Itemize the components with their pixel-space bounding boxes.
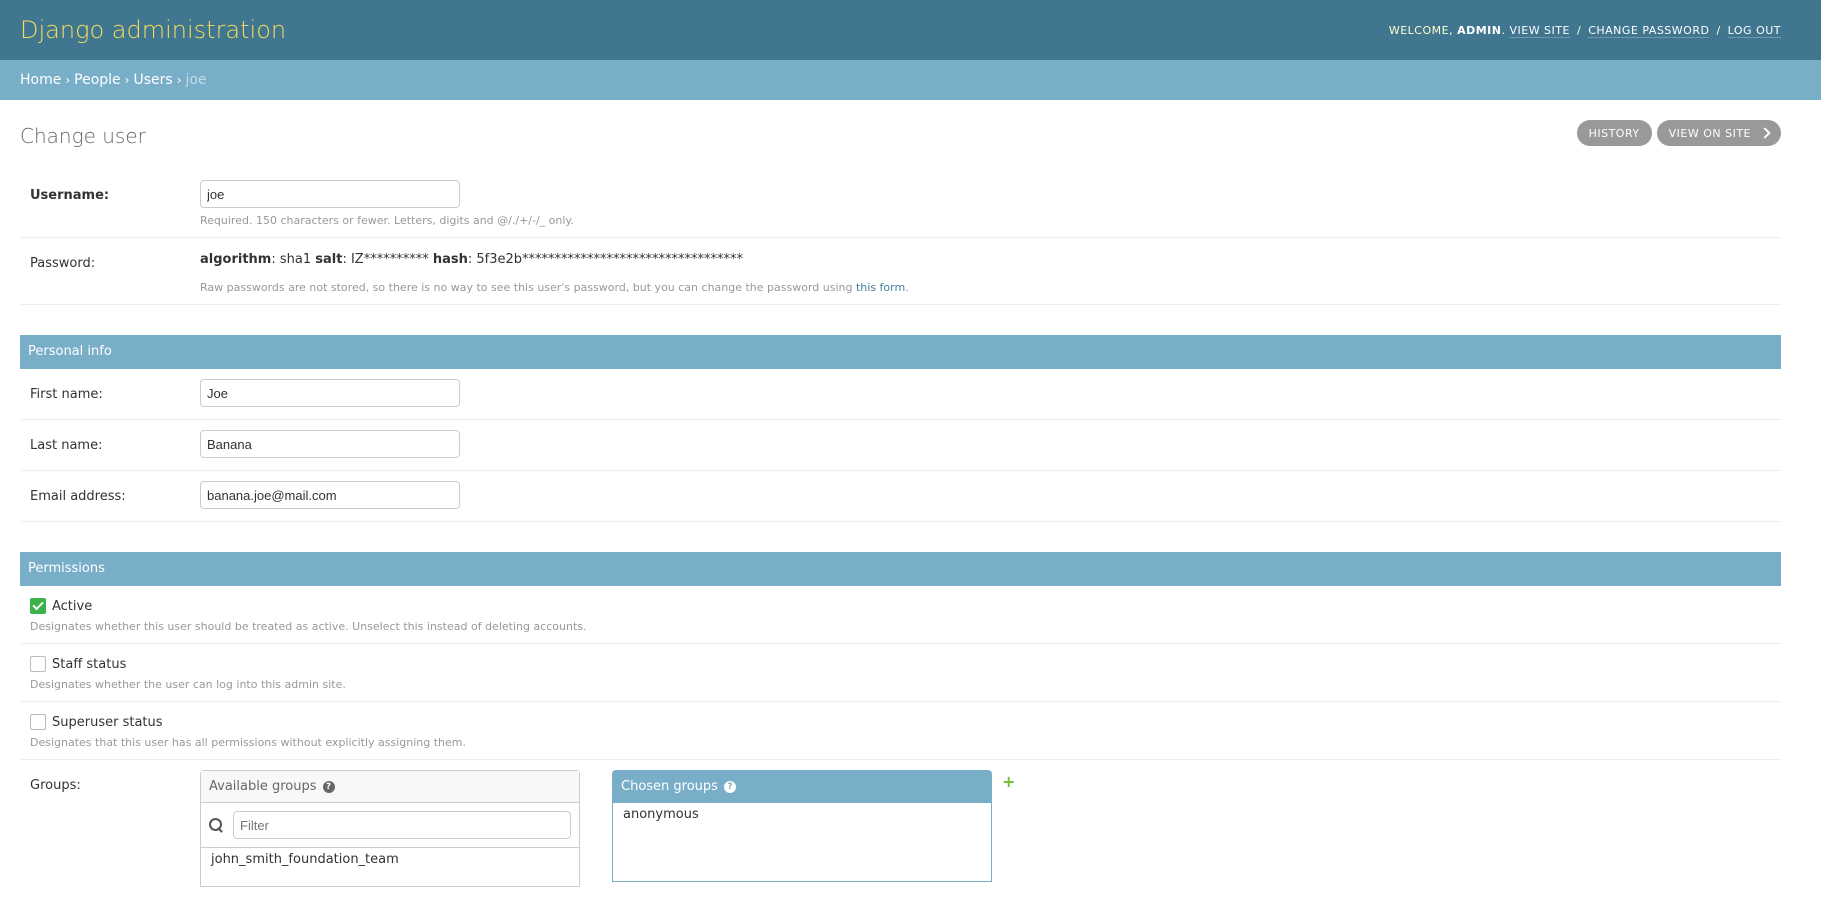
available-groups-title: Available groups: [209, 779, 317, 794]
permissions-heading: Permissions: [20, 552, 1781, 586]
staff-status-checkbox[interactable]: [30, 656, 46, 672]
salt-value: : IZ**********: [342, 252, 433, 267]
main-content: Change user HISTORY VIEW ON SITE Usernam…: [0, 100, 1821, 897]
user-tools: WELCOME, ADMIN. VIEW SITE / CHANGE PASSW…: [1388, 23, 1781, 38]
username-help: Required. 150 characters or fewer. Lette…: [200, 214, 574, 227]
welcome-text: WELCOME,: [1388, 23, 1454, 37]
help-icon[interactable]: ?: [723, 780, 736, 793]
available-groups-list[interactable]: john_smith_foundation_team: [201, 848, 579, 886]
active-label: Active: [52, 598, 93, 614]
password-label: Password:: [30, 256, 96, 271]
change-password-link[interactable]: CHANGE PASSWORD: [1588, 23, 1710, 38]
superuser-row: Superuser status Designates that this us…: [20, 702, 1781, 760]
view-on-site-button[interactable]: VIEW ON SITE: [1656, 120, 1781, 146]
chosen-groups-list[interactable]: anonymous: [613, 803, 991, 881]
add-group-icon[interactable]: +: [1002, 772, 1015, 791]
superuser-status-help: Designates that this user has all permis…: [30, 736, 466, 749]
view-on-site-button-label: VIEW ON SITE: [1668, 126, 1751, 140]
username-display: ADMIN: [1457, 23, 1502, 37]
last-name-input[interactable]: [200, 430, 460, 458]
algorithm-value: : sha1: [271, 252, 316, 267]
password-help-text: Raw passwords are not stored, so there i…: [200, 281, 856, 294]
groups-row: Groups: Available groups? john_smith_fou…: [20, 760, 1781, 897]
password-help: Raw passwords are not stored, so there i…: [200, 281, 909, 294]
email-row: Email address:: [20, 471, 1781, 522]
history-button[interactable]: HISTORY: [1576, 120, 1652, 146]
email-field[interactable]: [200, 481, 460, 509]
active-row: Active Designates whether this user shou…: [20, 586, 1781, 644]
chosen-groups-title: Chosen groups: [621, 779, 718, 794]
hash-label: hash: [432, 252, 468, 267]
staff-status-label: Staff status: [52, 656, 127, 672]
list-item[interactable]: anonymous: [623, 807, 981, 822]
search-icon: [209, 818, 223, 832]
groups-selector: Available groups? john_smith_foundation_…: [200, 770, 1015, 887]
personal-info-fieldset: Personal info First name: Last name: Ema…: [20, 335, 1781, 522]
breadcrumb-people[interactable]: People: [74, 72, 121, 88]
page-title: Change user: [20, 124, 146, 148]
staff-row: Staff status Designates whether the user…: [20, 644, 1781, 702]
chosen-groups-box: Chosen groups? anonymous: [612, 770, 992, 882]
available-groups-heading: Available groups?: [201, 771, 579, 803]
password-help-suffix: .: [905, 281, 909, 294]
chosen-groups-heading: Chosen groups?: [613, 771, 991, 803]
first-name-row: First name:: [20, 369, 1781, 420]
breadcrumb: Home › People › Users › joe: [0, 60, 1821, 100]
username-label: Username:: [30, 188, 110, 203]
breadcrumb-current: joe: [185, 72, 207, 88]
superuser-status-checkbox[interactable]: [30, 714, 46, 730]
history-button-label: HISTORY: [1588, 126, 1640, 140]
breadcrumb-home[interactable]: Home: [20, 72, 61, 88]
staff-status-help: Designates whether the user can log into…: [30, 678, 346, 691]
email-label: Email address:: [30, 489, 126, 504]
groups-filter: [201, 803, 579, 848]
first-name-input[interactable]: [200, 379, 460, 407]
breadcrumb-users[interactable]: Users: [133, 72, 172, 88]
algorithm-label: algorithm: [200, 252, 272, 267]
first-name-label: First name:: [30, 387, 103, 402]
view-site-link[interactable]: VIEW SITE: [1509, 23, 1570, 38]
groups-label: Groups:: [30, 778, 81, 793]
active-help: Designates whether this user should be t…: [30, 620, 587, 633]
object-tools: HISTORY VIEW ON SITE: [1576, 120, 1781, 146]
username-row: Username: Required. 150 characters or fe…: [20, 170, 1781, 238]
last-name-label: Last name:: [30, 438, 103, 453]
logout-link[interactable]: LOG OUT: [1727, 23, 1781, 38]
change-password-form-link[interactable]: this form: [856, 281, 905, 294]
available-groups-box: Available groups? john_smith_foundation_…: [200, 770, 580, 887]
password-hash-summary: algorithm: sha1 salt: IZ********** hash:…: [200, 248, 909, 267]
personal-info-heading: Personal info: [20, 335, 1781, 369]
site-branding[interactable]: Django administration: [20, 16, 286, 44]
salt-label: salt: [315, 252, 343, 267]
header: Django administration WELCOME, ADMIN. VI…: [0, 0, 1821, 60]
last-name-row: Last name:: [20, 420, 1781, 471]
username-input[interactable]: [200, 180, 460, 208]
groups-filter-input[interactable]: [233, 811, 571, 839]
chevron-right-icon: [1759, 127, 1771, 139]
password-row: Password: algorithm: sha1 salt: IZ******…: [20, 238, 1781, 305]
permissions-fieldset: Permissions Active Designates whether th…: [20, 552, 1781, 897]
help-icon[interactable]: ?: [322, 780, 335, 793]
hash-value: : 5f3e2b********************************…: [467, 252, 744, 267]
superuser-status-label: Superuser status: [52, 714, 163, 730]
active-checkbox[interactable]: [30, 598, 46, 614]
list-item[interactable]: john_smith_foundation_team: [211, 852, 569, 867]
